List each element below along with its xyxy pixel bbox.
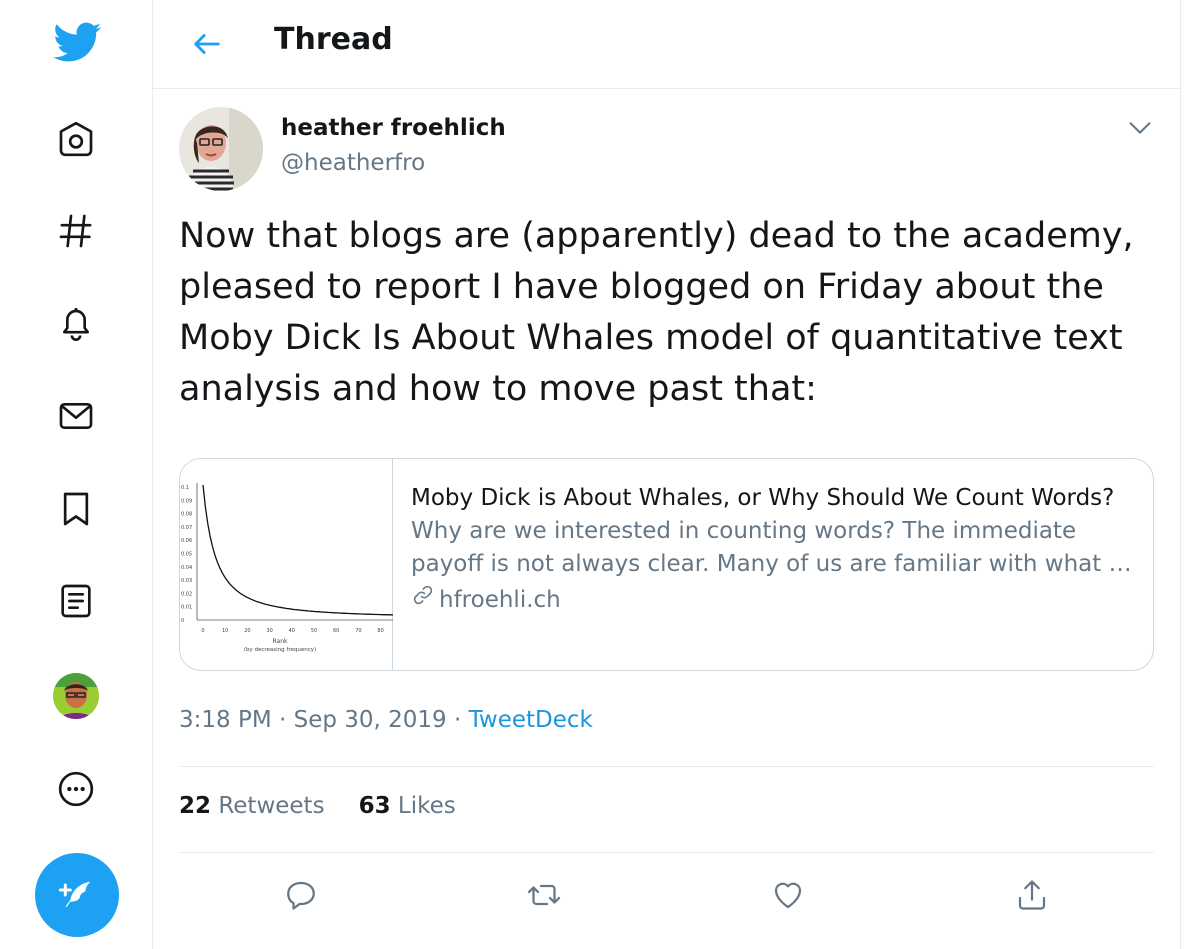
tweet-timestamp[interactable]: 3:18 PM · Sep 30, 2019 <box>179 707 447 733</box>
meta-separator: · <box>446 707 469 733</box>
likes-label: Likes <box>397 793 456 819</box>
retweets-number: 22 <box>179 793 212 819</box>
messages-envelope-icon[interactable] <box>52 392 100 440</box>
tweet-meta: 3:18 PM · Sep 30, 2019 · TweetDeck <box>179 707 593 733</box>
link-icon <box>411 581 435 619</box>
author-avatar[interactable] <box>179 107 263 191</box>
retweets-label: Retweets <box>218 793 325 819</box>
thumb-y-tick: 0.01 <box>181 605 192 611</box>
thumb-x-tick: 60 <box>333 628 339 634</box>
divider <box>179 766 1154 767</box>
like-icon[interactable] <box>767 874 809 916</box>
author-handle[interactable]: @heatherfro <box>281 150 425 176</box>
thumb-x-tick: 50 <box>311 628 317 634</box>
link-card[interactable]: 0.1 0.09 0.08 0.07 0.06 0.05 0.04 0.03 0.02 0.01 0… <box>179 458 1154 671</box>
back-arrow-icon[interactable] <box>187 24 227 64</box>
thumb-y-tick: 0.1 <box>181 485 189 491</box>
thumb-y-tick: 0.02 <box>181 591 192 597</box>
thumb-y-tick: 0.05 <box>181 552 192 558</box>
author-name[interactable]: heather froehlich <box>281 115 506 141</box>
thumb-x-label: Rank <box>273 638 289 645</box>
card-title: Moby Dick is About Whales, or Why Should… <box>411 485 1115 511</box>
bookmarks-icon[interactable] <box>52 485 100 533</box>
card-thumbnail: 0.1 0.09 0.08 0.07 0.06 0.05 0.04 0.03 0.02 0.01 0… <box>180 459 396 670</box>
chevron-down-icon[interactable] <box>1126 114 1154 142</box>
zipf-curve-thumbnail: 0.1 0.09 0.08 0.07 0.06 0.05 0.04 0.03 0.02 0.01 0… <box>181 483 396 653</box>
lists-icon[interactable] <box>52 577 100 625</box>
retweet-icon[interactable] <box>523 874 565 916</box>
reply-icon[interactable] <box>280 874 322 916</box>
home-icon[interactable] <box>52 115 100 163</box>
tweet-source-link[interactable]: TweetDeck <box>469 707 593 733</box>
retweets-count[interactable]: 22 Retweets <box>179 793 325 819</box>
tweet-text: Now that blogs are (apparently) dead to … <box>179 216 1134 409</box>
thread-column: Thread heather froehlich @heatherfro Now… <box>153 0 1181 949</box>
thumb-curve <box>202 484 396 616</box>
likes-number: 63 <box>358 793 391 819</box>
thumb-y-tick: 0.07 <box>181 525 192 531</box>
sidebar-nav <box>0 0 153 949</box>
thumb-y-tick: 0.08 <box>181 512 192 518</box>
thumb-x-tick: 0 <box>201 628 204 634</box>
thumb-x-tick: 80 <box>377 628 383 634</box>
divider <box>179 852 1154 853</box>
thumb-x-tick: 20 <box>244 628 250 634</box>
explore-hash-icon[interactable] <box>52 207 100 255</box>
notifications-bell-icon[interactable] <box>52 299 100 347</box>
thumb-x-tick: 40 <box>289 628 295 634</box>
share-icon[interactable] <box>1011 874 1053 916</box>
thumb-x-tick: 30 <box>266 628 272 634</box>
thumb-y-tick: 0.06 <box>181 538 192 544</box>
compose-tweet-icon <box>58 881 91 907</box>
twitter-bird-icon[interactable] <box>51 18 105 66</box>
thumb-y-tick: 0.03 <box>181 578 192 584</box>
card-domain: hfroehli.ch <box>439 587 561 613</box>
thumb-y-tick: 0 <box>181 618 184 624</box>
likes-count[interactable]: 63 Likes <box>359 793 456 819</box>
thumb-y-tick: 0.04 <box>181 565 192 571</box>
more-icon[interactable] <box>52 765 100 813</box>
thumb-x-tick: 70 <box>355 628 361 634</box>
page-title: Thread <box>274 22 393 57</box>
thumb-y-tick: 0.09 <box>181 498 192 504</box>
tweet-stats: 22 Retweets 63 Likes <box>179 793 456 819</box>
profile-avatar[interactable] <box>53 673 99 719</box>
thumb-x-tick: 10 <box>222 628 228 634</box>
compose-tweet-button[interactable] <box>35 853 119 937</box>
thumb-x-label-2: (by decreasing frequency) <box>244 647 316 653</box>
header-bar: Thread <box>153 0 1181 89</box>
card-description: Why are we interested in counting words?… <box>411 518 1132 577</box>
